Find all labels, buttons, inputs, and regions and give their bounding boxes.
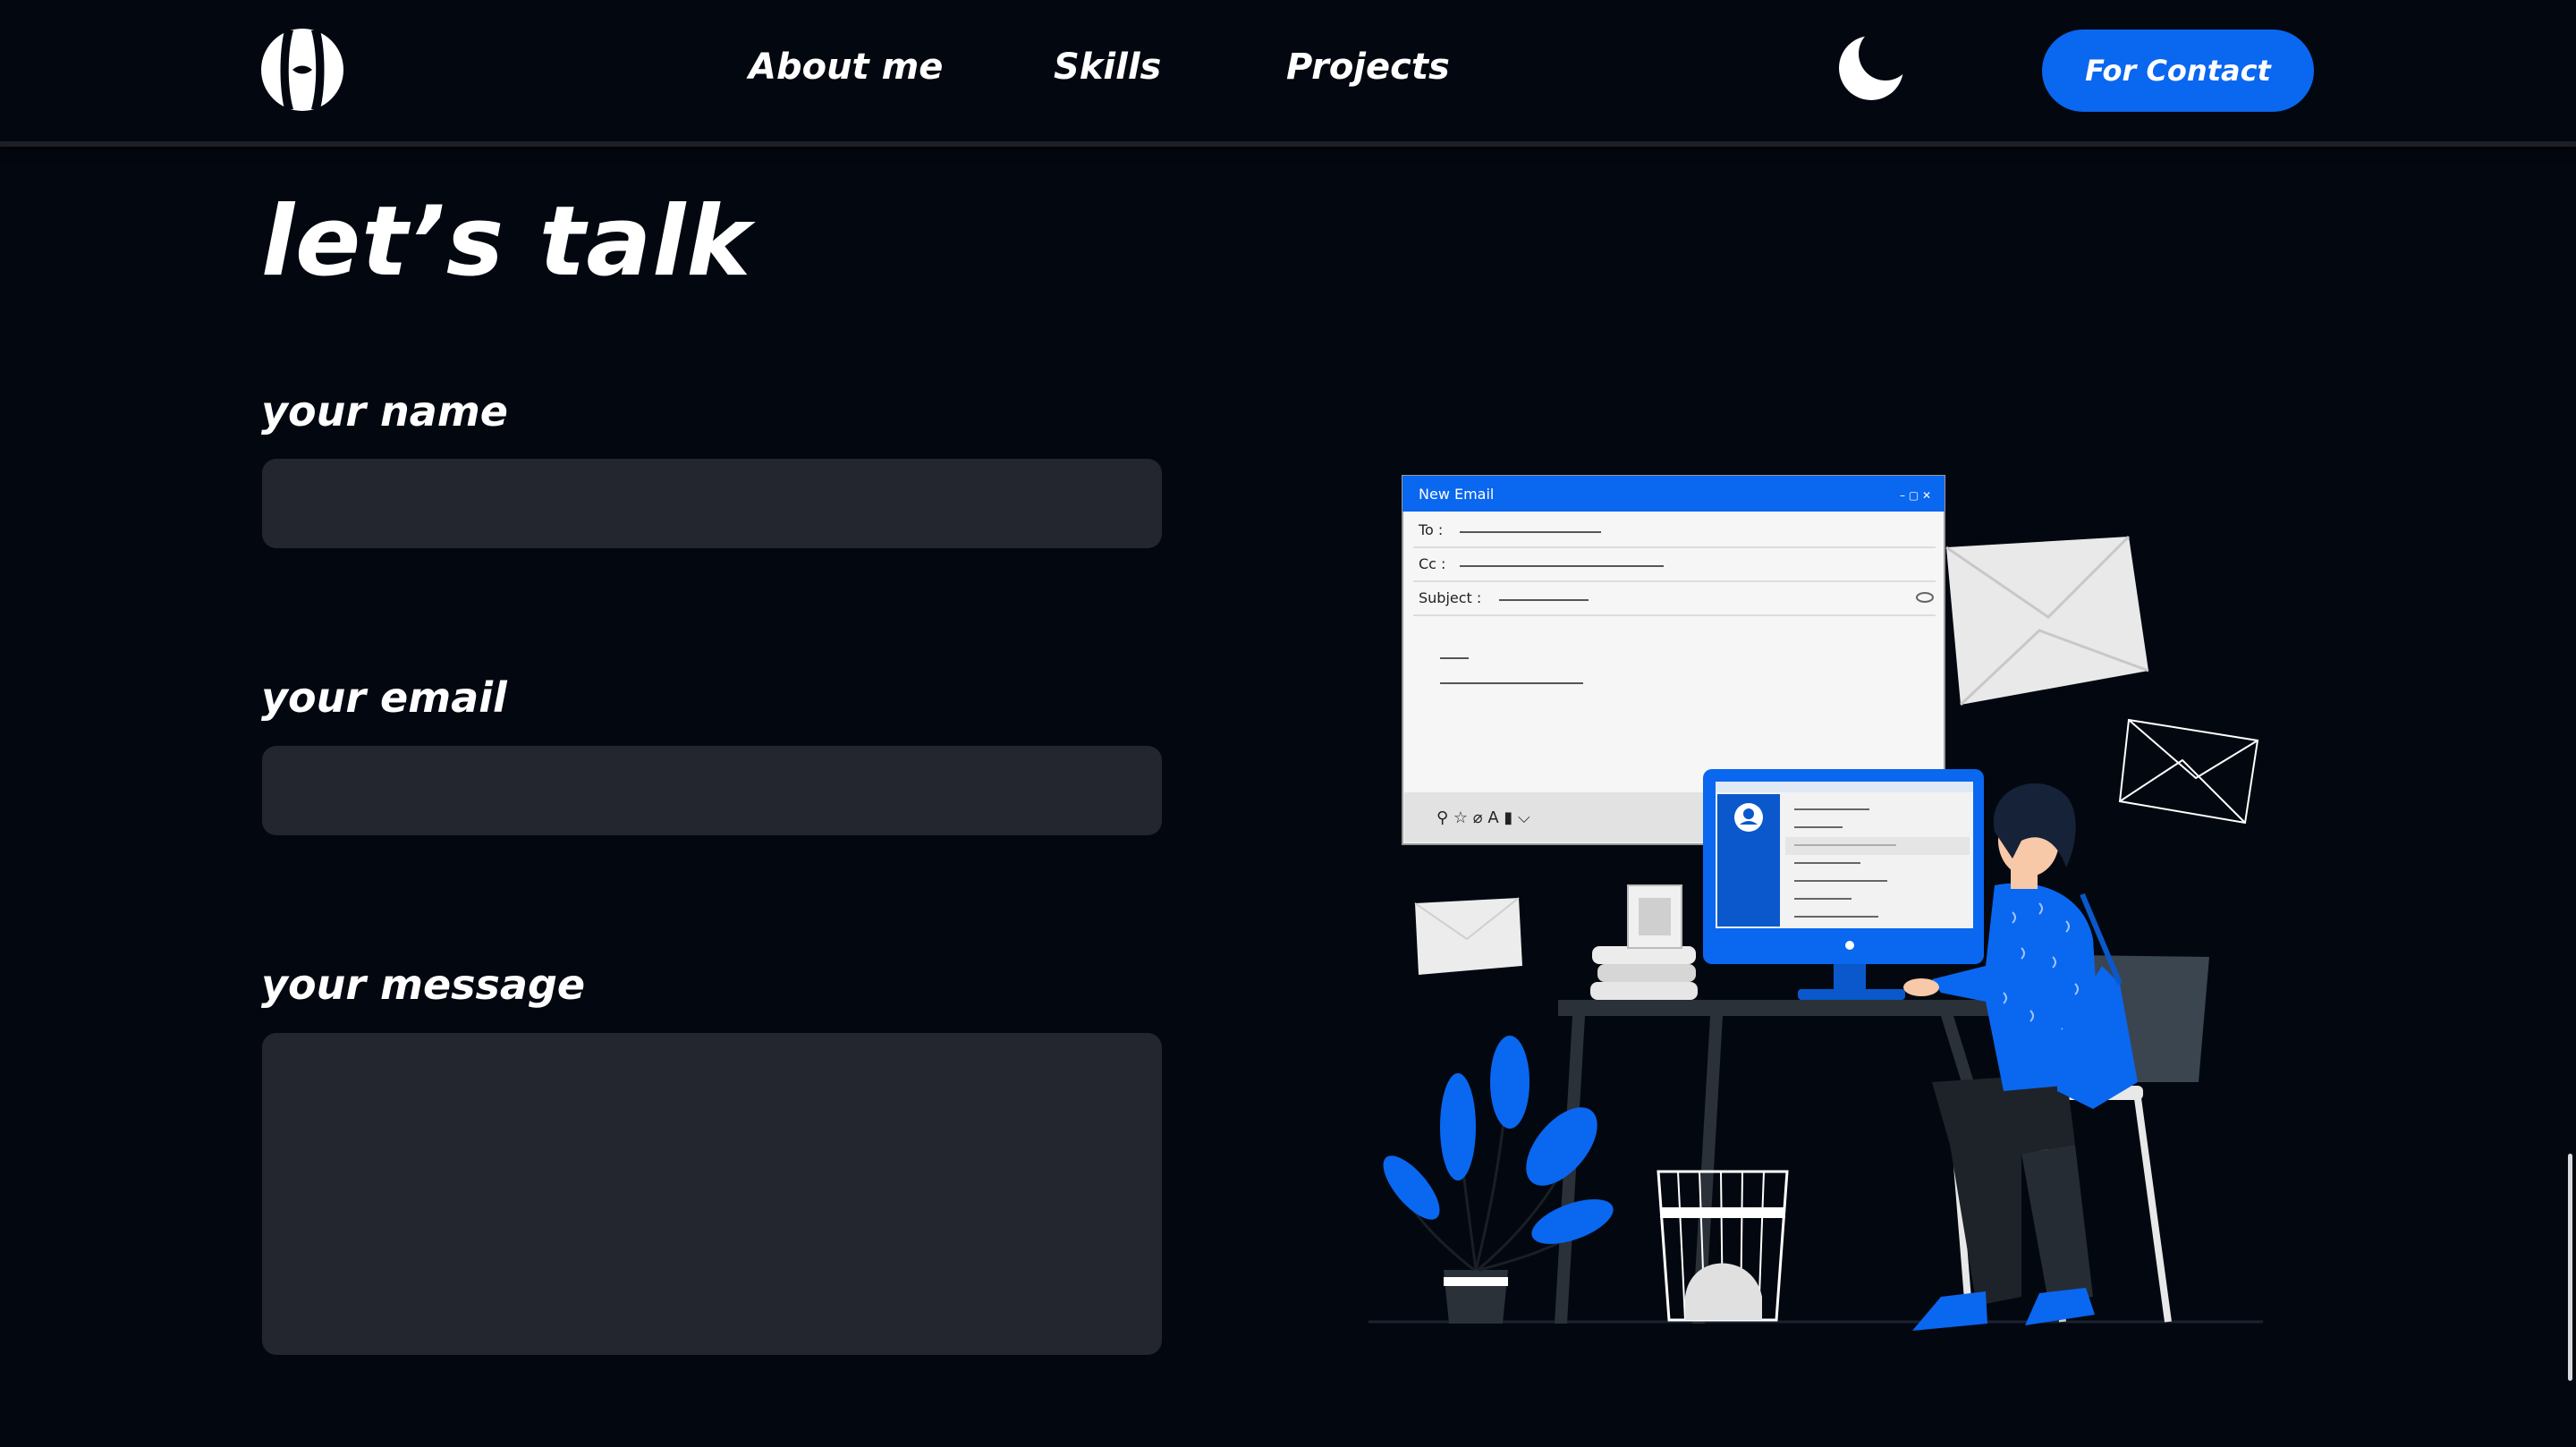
nav-projects[interactable]: Projects [1286,47,1450,88]
envelope-outline-icon [2118,718,2259,825]
name-label: your name [261,387,508,436]
message-label: your message [261,960,586,1009]
email-to-label: To : [1418,521,1443,538]
top-navbar: About me Skills Projects For Contact [0,0,2576,147]
plant [1383,1036,1614,1324]
for-contact-button[interactable]: For Contact [2042,30,2314,112]
books-and-frame [1590,884,1698,1000]
page-title: let’s talk [261,186,752,298]
email-input[interactable] [262,746,1162,835]
nav-skills[interactable]: Skills [1054,47,1161,88]
message-textarea[interactable] [262,1033,1162,1355]
moon-icon[interactable] [1837,30,1911,104]
envelope-small-icon [1414,897,1522,975]
name-input[interactable] [262,459,1162,548]
h-logo-icon[interactable] [259,25,345,114]
nav-about-me[interactable]: About me [749,47,943,88]
svg-text:– ▢ ✕: – ▢ ✕ [1900,489,1931,502]
envelope-large-icon [1945,535,2149,707]
contact-illustration: New Email – ▢ ✕ To : Cc : Subject : ⚲ ☆ … [1368,475,2263,1331]
svg-text:⚲ ☆ ⌀ A ▮ ⌵: ⚲ ☆ ⌀ A ▮ ⌵ [1436,808,1530,827]
trash-bin [1657,1170,1789,1322]
email-label: your email [261,673,507,722]
scrollbar-thumb[interactable] [2568,1154,2572,1381]
email-window-title: New Email [1419,486,1494,503]
email-subject-label: Subject : [1419,589,1481,606]
monitor [1703,769,1984,1000]
email-cc-label: Cc : [1419,555,1445,572]
